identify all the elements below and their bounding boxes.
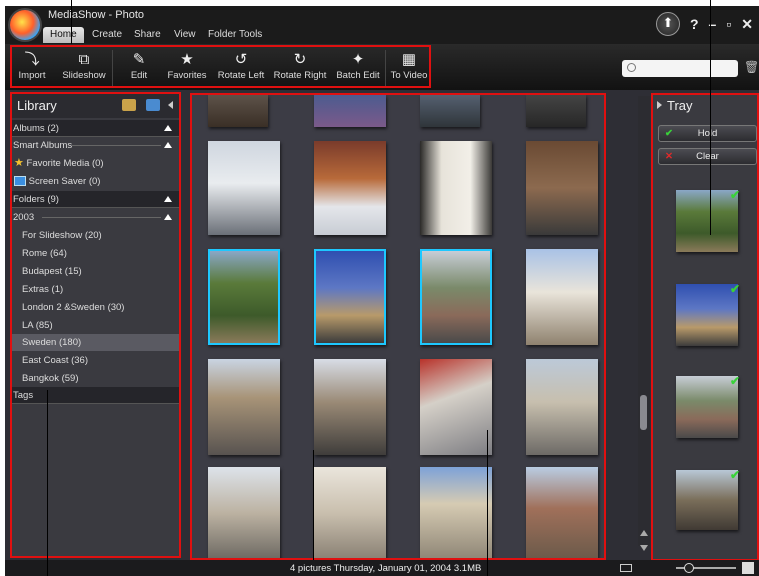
tray-thumbnail[interactable]: ✔ — [676, 188, 740, 252]
expand-tray-icon[interactable] — [657, 101, 662, 109]
photo-thumbnail[interactable] — [208, 467, 280, 558]
photo-thumbnail[interactable] — [526, 141, 598, 235]
scroll-down-icon[interactable] — [640, 545, 648, 551]
window-controls: ⬆ ? – ▫ ✕ — [655, 12, 753, 36]
collapse-icon[interactable] — [164, 214, 172, 220]
trash-icon[interactable]: 🗑 — [744, 60, 759, 74]
clear-button[interactable]: ✕ Clear — [658, 148, 757, 165]
folder-item[interactable]: Budapest (15) — [12, 263, 179, 280]
smart-album-favorite-media[interactable]: ★ Favorite Media (0) — [12, 155, 179, 172]
menu-view[interactable]: View — [167, 27, 203, 43]
photo-thumbnail-selected[interactable] — [208, 249, 280, 345]
app-logo[interactable] — [10, 10, 40, 40]
status-text: 4 pictures Thursday, January 01, 2004 3.… — [290, 563, 482, 574]
collapse-panel-icon[interactable] — [168, 101, 173, 109]
annotation-line — [71, 0, 72, 44]
photo-thumbnail[interactable] — [314, 359, 386, 455]
section-folders[interactable]: Folders (9) — [12, 191, 179, 208]
zoom-slider-knob[interactable] — [684, 563, 694, 573]
annotation-line — [313, 450, 314, 560]
grid-scrollbar[interactable] — [638, 96, 650, 546]
screen-saver-icon — [14, 176, 26, 187]
star-icon: ★ — [14, 157, 24, 169]
smart-album-screen-saver[interactable]: Screen Saver (0) — [12, 173, 179, 190]
hold-button[interactable]: ✔ Hold — [658, 125, 757, 142]
menu-folder-tools[interactable]: Folder Tools — [201, 27, 269, 43]
folder-item[interactable]: London 2 &Sweden (30) — [12, 299, 179, 316]
maximize-icon[interactable]: ▫ — [726, 16, 731, 32]
photo-thumbnail[interactable] — [526, 249, 598, 345]
folder-item[interactable]: LA (85) — [12, 317, 179, 334]
section-albums[interactable]: Albums (2) — [12, 120, 179, 137]
annotation-line — [487, 430, 488, 576]
folder-year-2003[interactable]: 2003 — [12, 209, 179, 226]
check-icon: ✔ — [729, 282, 740, 296]
collapse-icon[interactable] — [164, 196, 172, 202]
folder-item[interactable]: Extras (1) — [12, 281, 179, 298]
tray-thumbnail[interactable]: ✔ — [676, 468, 740, 530]
folder-item[interactable]: Bangkok (59) — [12, 370, 179, 387]
section-smart-albums[interactable]: Smart Albums — [12, 137, 179, 154]
scroll-up-icon[interactable] — [640, 530, 648, 536]
photo-thumbnail[interactable] — [420, 95, 480, 127]
new-album-icon[interactable] — [146, 99, 160, 111]
photo-grid — [190, 93, 606, 560]
menu-create[interactable]: Create — [85, 27, 129, 43]
photo-thumbnail[interactable] — [526, 359, 598, 455]
photo-thumbnail[interactable] — [420, 141, 492, 235]
annotation-line — [710, 0, 711, 235]
import-folder-icon[interactable] — [122, 99, 136, 111]
search-input[interactable] — [622, 60, 738, 77]
annotation-line — [47, 390, 48, 576]
tray-title: Tray — [667, 98, 693, 113]
upgrade-icon[interactable]: ⬆ — [655, 12, 680, 36]
toolbar-highlight-box — [10, 45, 431, 88]
small-thumb-icon[interactable] — [620, 564, 632, 572]
photo-thumbnail[interactable] — [420, 467, 492, 558]
library-title: Library — [17, 98, 57, 113]
collapse-icon[interactable] — [164, 142, 172, 148]
check-icon: ✔ — [665, 128, 673, 139]
photo-thumbnail[interactable] — [208, 359, 280, 455]
photo-thumbnail[interactable] — [526, 95, 586, 127]
photo-thumbnail-selected[interactable] — [420, 249, 492, 345]
photo-thumbnail[interactable] — [314, 95, 386, 127]
collapse-icon[interactable] — [164, 125, 172, 131]
clear-x-icon: ✕ — [665, 151, 673, 162]
photo-thumbnail[interactable] — [208, 95, 268, 127]
menu-share[interactable]: Share — [127, 27, 168, 43]
check-icon: ✔ — [729, 188, 740, 202]
folder-item[interactable]: Rome (64) — [12, 245, 179, 262]
check-icon: ✔ — [729, 374, 740, 388]
photo-thumbnail[interactable] — [314, 467, 386, 558]
menu-home[interactable]: Home — [43, 27, 84, 43]
section-tags[interactable]: Tags — [12, 387, 179, 404]
tray-thumbnail[interactable]: ✔ — [676, 374, 740, 438]
folder-item[interactable]: East Coast (36) — [12, 352, 179, 369]
tray-thumbnail[interactable]: ✔ — [676, 282, 740, 346]
photo-thumbnail-selected[interactable] — [314, 249, 386, 345]
large-thumb-icon[interactable] — [742, 562, 754, 574]
search-icon — [627, 63, 636, 72]
scrollbar-thumb[interactable] — [640, 395, 647, 430]
photo-thumbnail[interactable] — [314, 141, 386, 235]
photo-thumbnail[interactable] — [526, 467, 598, 558]
help-button[interactable]: ? — [690, 16, 699, 32]
app-title: MediaShow - Photo — [48, 9, 144, 21]
photo-thumbnail[interactable] — [420, 359, 492, 455]
folder-item-selected[interactable]: Sweden (180) — [12, 334, 179, 351]
check-icon: ✔ — [729, 468, 740, 482]
photo-thumbnail[interactable] — [208, 141, 280, 235]
close-icon[interactable]: ✕ — [741, 16, 753, 33]
folder-item[interactable]: For Slideshow (20) — [12, 227, 179, 244]
